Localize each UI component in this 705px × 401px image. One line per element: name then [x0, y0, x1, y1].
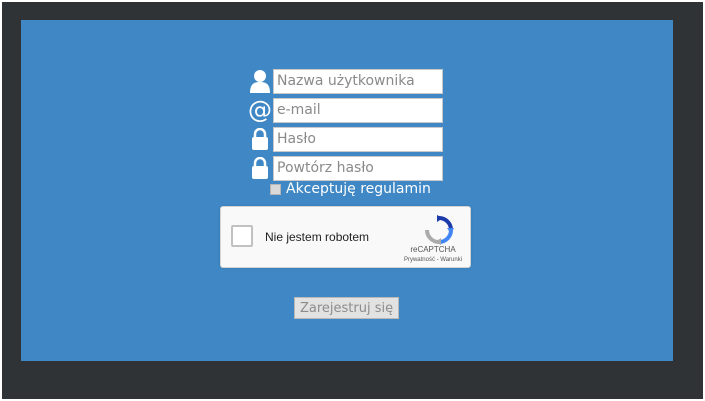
terms-row: Akceptuję regulamin [270, 181, 431, 197]
recaptcha-links[interactable]: Prywatność - Warunki [389, 257, 477, 263]
terms-label[interactable]: Akceptuję regulamin [286, 181, 431, 197]
terms-checkbox[interactable] [270, 183, 281, 195]
password-repeat-input[interactable] [273, 155, 443, 181]
password-row [248, 126, 443, 152]
register-button[interactable]: Zarejestruj się [294, 297, 400, 319]
registration-panel: @ A [21, 20, 673, 361]
recaptcha-brand: reCAPTCHA [410, 245, 456, 254]
recaptcha-label: Nie jestem robotem [265, 230, 370, 244]
at-icon: @ [248, 96, 272, 124]
recaptcha-checkbox[interactable] [231, 225, 253, 247]
page-frame: @ A [2, 2, 703, 399]
password-input[interactable] [273, 126, 443, 152]
username-row [248, 68, 443, 94]
recaptcha-widget: Nie jestem robotem reCAPTCHA Prywatność … [220, 206, 471, 268]
email-row: @ [248, 97, 443, 123]
lock-icon [248, 126, 272, 152]
recaptcha-logo-icon [424, 215, 454, 245]
password-repeat-row [248, 155, 443, 181]
lock-icon [248, 155, 272, 181]
username-input[interactable] [273, 68, 443, 94]
user-icon [248, 68, 272, 94]
email-input[interactable] [273, 97, 443, 123]
